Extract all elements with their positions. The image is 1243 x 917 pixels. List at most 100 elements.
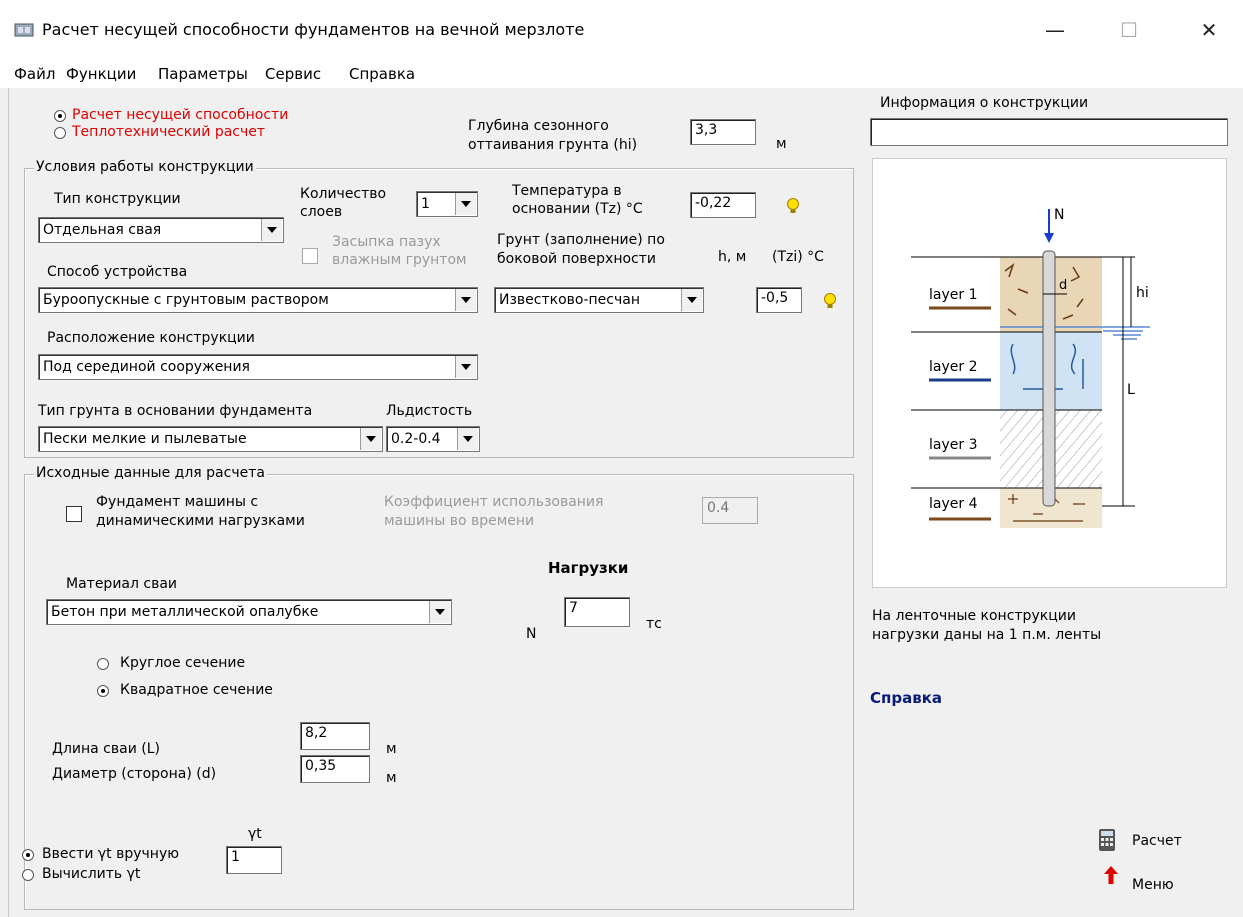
menu-button[interactable]: Меню <box>1132 877 1174 894</box>
dynamic-load-label-1: Фундамент машины с <box>96 494 259 510</box>
client-border <box>8 88 9 917</box>
chevron-down-icon[interactable] <box>455 356 476 378</box>
menu-service[interactable]: Сервис <box>265 65 321 83</box>
maximize-button[interactable]: ☐ <box>1106 12 1152 48</box>
thaw-depth-unit: м <box>776 136 787 152</box>
backfill-checkbox[interactable] <box>302 248 318 264</box>
gamma-auto-radio[interactable] <box>22 869 34 881</box>
base-soil-label: Тип грунта в основании фундамента <box>38 403 313 419</box>
base-soil-select[interactable]: Пески мелкие и пылеватые <box>38 426 383 452</box>
d-label: d <box>1059 278 1067 293</box>
thaw-depth-input[interactable]: 3,3 <box>690 119 756 145</box>
usage-coef-input[interactable]: 0.4 <box>702 497 758 524</box>
calc-thermal-radio[interactable] <box>54 127 66 139</box>
layers-count-label-2: слоев <box>300 204 343 220</box>
help-link[interactable]: Справка <box>870 690 942 707</box>
n-unit: тс <box>646 616 662 632</box>
backfill-label-2: влажным грунтом <box>332 252 467 268</box>
pile-length-label: Длина сваи (L) <box>52 741 160 757</box>
menu-parameters[interactable]: Параметры <box>158 65 248 83</box>
temperature-label-1: Температура в <box>512 183 622 199</box>
construction-type-label: Тип конструкции <box>54 191 181 207</box>
ice-content-select[interactable]: 0.2-0.4 <box>386 426 480 452</box>
gamma-manual-label[interactable]: Ввести γt вручную <box>42 846 179 863</box>
h-label: h, м <box>718 249 747 265</box>
lightbulb-icon[interactable] <box>822 292 838 310</box>
gamma-input[interactable]: 1 <box>226 846 282 874</box>
info-label: Информация о конструкции <box>880 95 1089 111</box>
note-line-2: нагрузки даны на 1 п.м. ленты <box>872 627 1102 643</box>
app-icon <box>14 23 34 37</box>
note-line-1: На ленточные конструкции <box>872 608 1076 624</box>
chevron-down-icon[interactable] <box>429 601 450 623</box>
dynamic-load-checkbox[interactable] <box>66 506 82 522</box>
square-section-radio[interactable] <box>97 685 109 697</box>
side-soil-select[interactable]: Известково-песчан <box>494 287 704 313</box>
round-section-label[interactable]: Круглое сечение <box>120 655 245 672</box>
side-soil-label-1: Грунт (заполнение) по <box>497 232 665 248</box>
square-section-label[interactable]: Квадратное сечение <box>120 682 273 699</box>
calc-capacity-label[interactable]: Расчет несущей способности <box>72 107 288 124</box>
l-label: L <box>1127 382 1135 398</box>
temperature-label-2: основании (Tz) °C <box>512 201 643 217</box>
chevron-down-icon[interactable] <box>457 428 478 450</box>
pile-material-select[interactable]: Бетон при металлической опалубке <box>46 599 452 625</box>
layer-2-label: layer 2 <box>929 359 977 375</box>
chevron-down-icon[interactable] <box>681 289 702 311</box>
dynamic-load-label-2: динамическими нагрузками <box>96 513 305 529</box>
usage-coef-label-1: Коэффициент использования <box>384 494 604 510</box>
ice-content-label: Льдистость <box>386 403 473 419</box>
calc-capacity-radio[interactable] <box>54 110 66 122</box>
info-input[interactable] <box>870 118 1228 146</box>
lightbulb-icon[interactable] <box>785 197 801 215</box>
chevron-down-icon[interactable] <box>360 428 381 450</box>
gamma-auto-label[interactable]: Вычислить γt <box>42 866 140 883</box>
n-load-input[interactable]: 7 <box>564 597 630 627</box>
layer-4-label: layer 4 <box>929 496 978 512</box>
method-select[interactable]: Буроопускные с грунтовым раствором <box>38 287 478 313</box>
pile-length-input[interactable]: 8,2 <box>300 722 370 750</box>
n-label: N <box>526 626 537 642</box>
location-label: Расположение конструкции <box>47 330 255 346</box>
input-data-legend: Исходные данные для расчета <box>34 465 267 481</box>
work-conditions-legend: Условия работы конструкции <box>34 159 256 175</box>
temperature-input[interactable]: -0,22 <box>690 192 756 218</box>
loads-title: Нагрузки <box>548 559 629 577</box>
pile-length-unit: м <box>386 741 397 757</box>
round-section-radio[interactable] <box>97 658 109 670</box>
window-title: Расчет несущей способности фундаментов н… <box>42 20 585 39</box>
hi-label: hi <box>1136 285 1149 301</box>
chevron-down-icon[interactable] <box>261 219 282 241</box>
layers-count-select[interactable]: 1 <box>416 191 478 217</box>
backfill-label-1: Засыпка пазух <box>332 234 441 250</box>
n-arrow-label: N <box>1054 207 1064 223</box>
chevron-down-icon[interactable] <box>455 289 476 311</box>
pile-diameter-label: Диаметр (сторона) (d) <box>52 766 217 782</box>
close-button[interactable]: ✕ <box>1186 12 1232 48</box>
layer-1-label: layer 1 <box>929 287 977 303</box>
pile-diagram: N d hi L layer 1 layer 2 layer 3 layer 4 <box>872 158 1227 588</box>
pile-shape <box>1042 250 1056 507</box>
tzi-input[interactable]: -0,5 <box>756 287 802 313</box>
location-select[interactable]: Под серединой сооружения <box>38 354 478 380</box>
arrow-up-icon[interactable] <box>1104 866 1118 884</box>
chevron-down-icon[interactable] <box>455 193 476 215</box>
menu-functions[interactable]: Функции <box>66 65 136 83</box>
gamma-manual-radio[interactable] <box>22 849 34 861</box>
menu-file[interactable]: Файл <box>14 65 55 83</box>
pile-diameter-input[interactable]: 0,35 <box>300 755 370 783</box>
pile-diagram-svg: N d hi L layer 1 layer 2 layer 3 layer 4 <box>911 207 1150 528</box>
menu-help[interactable]: Справка <box>349 65 415 83</box>
pile-diameter-unit: м <box>386 770 397 786</box>
thaw-depth-label-2: оттаивания грунта (hi) <box>468 137 638 153</box>
side-soil-label-2: боковой поверхности <box>497 251 657 267</box>
tzi-label: (Tzi) °C <box>772 249 824 265</box>
calc-button[interactable]: Расчет <box>1132 833 1182 850</box>
construction-type-select[interactable]: Отдельная свая <box>38 217 284 243</box>
calc-thermal-label[interactable]: Теплотехнический расчет <box>72 124 265 141</box>
pile-material-label: Материал сваи <box>66 576 178 592</box>
calculator-icon[interactable] <box>1098 828 1116 852</box>
thaw-depth-label-1: Глубина сезонного <box>468 118 609 134</box>
method-label: Способ устройства <box>47 264 188 280</box>
minimize-button[interactable]: — <box>1032 12 1078 48</box>
